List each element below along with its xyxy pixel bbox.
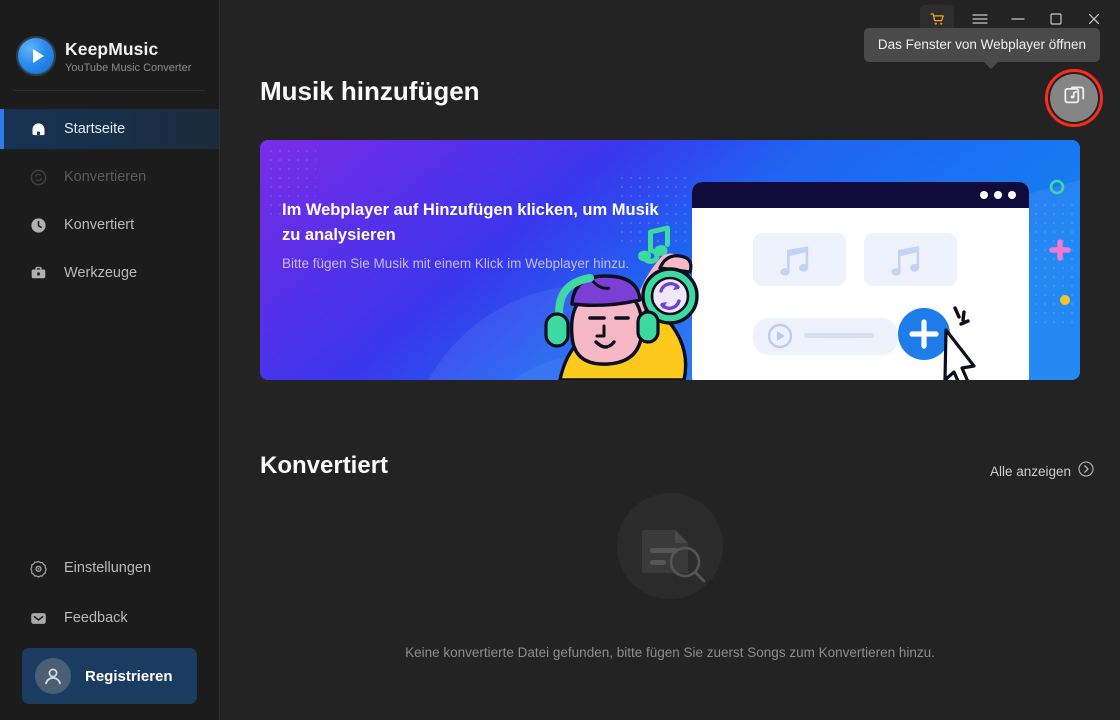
sidebar-item-konvertiert[interactable]: Konvertiert <box>0 205 219 245</box>
message-icon <box>28 608 48 628</box>
sidebar-item-einstellungen[interactable]: Einstellungen <box>0 548 219 588</box>
clock-icon <box>28 215 48 235</box>
converted-empty-message: Keine konvertierte Datei gefunden, bitte… <box>405 645 935 660</box>
main-content: Das Fenster von Webplayer öffnen Musik h… <box>220 0 1120 720</box>
see-all-label: Alle anzeigen <box>989 464 1071 479</box>
convert-icon <box>28 167 48 187</box>
sidebar-item-konvertieren[interactable]: Konvertieren <box>0 157 219 197</box>
sidebar-nav: Startseite Konvertieren Konvertiert Werk… <box>0 109 219 301</box>
sidebar-bottom-nav: Einstellungen Feedback Registrieren <box>0 548 219 720</box>
open-webplayer-window-icon <box>1062 83 1087 113</box>
home-icon <box>28 119 48 139</box>
converted-section-title: Konvertiert <box>260 452 389 479</box>
page-title: Musik hinzufügen <box>260 76 480 106</box>
webplayer-tooltip: Das Fenster von Webplayer öffnen <box>863 28 1100 69</box>
play-circle-logo-icon <box>18 38 54 74</box>
sidebar-item-werkzeuge[interactable]: Werkzeuge <box>0 253 219 293</box>
see-all-link[interactable]: Alle anzeigen <box>990 461 1094 482</box>
open-webplayer-button[interactable] <box>1050 74 1098 122</box>
banner-title: Im Webplayer auf Hinzufügen klicken, um … <box>282 201 659 244</box>
banner-subtitle: Bitte fügen Sie Musik mit einem Klick im… <box>282 256 630 271</box>
document-search-empty-icon <box>614 490 726 607</box>
sidebar-item-startseite[interactable]: Startseite <box>0 109 219 149</box>
sidebar-item-label: Konvertiert <box>64 217 135 233</box>
toolbox-icon <box>28 263 48 283</box>
app-window: KeepMusic YouTube Music Converter Starts… <box>0 0 1120 720</box>
brand-name: KeepMusic <box>65 38 159 59</box>
converted-empty-state: Keine konvertierte Datei gefunden, bitte… <box>220 490 1120 660</box>
sidebar-item-label: Einstellungen <box>64 560 152 576</box>
sidebar-item-label: Feedback <box>64 610 128 626</box>
sidebar-item-label: Startseite <box>64 121 126 137</box>
sidebar-item-feedback[interactable]: Feedback <box>0 598 219 638</box>
register-button-label: Registrieren <box>85 667 173 685</box>
sidebar: KeepMusic YouTube Music Converter Starts… <box>0 0 220 720</box>
add-music-banner[interactable]: Im Webplayer auf Hinzufügen klicken, um … <box>260 140 1080 380</box>
brand-header: KeepMusic YouTube Music Converter <box>0 0 219 90</box>
sidebar-item-label: Werkzeuge <box>64 265 138 281</box>
gear-icon <box>28 558 48 578</box>
tooltip-text: Das Fenster von Webplayer öffnen <box>877 37 1086 52</box>
sidebar-item-label: Konvertieren <box>64 169 147 185</box>
user-avatar-icon <box>35 658 71 694</box>
sidebar-divider <box>14 90 205 91</box>
chevron-right-circle-icon <box>1078 461 1094 482</box>
register-button[interactable]: Registrieren <box>22 648 197 704</box>
brand-tagline: YouTube Music Converter <box>65 61 192 74</box>
